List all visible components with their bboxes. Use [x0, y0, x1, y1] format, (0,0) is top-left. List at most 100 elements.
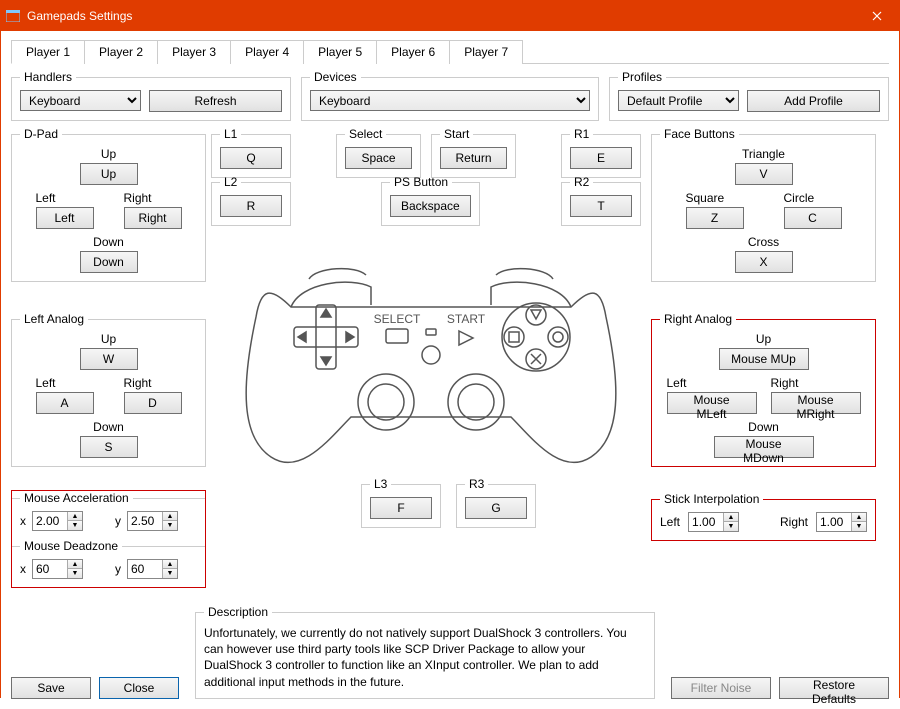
- mouse-dead-x-label: x: [20, 562, 26, 576]
- spin-down-icon[interactable]: ▼: [163, 569, 177, 578]
- dpad-up-button[interactable]: Up: [80, 163, 138, 185]
- mouse-dead-y-spinner[interactable]: ▲▼: [127, 559, 178, 579]
- stick-interp-right-label: Right: [780, 515, 808, 529]
- spin-up-icon[interactable]: ▲: [68, 560, 82, 569]
- mouse-dead-x-spinner[interactable]: ▲▼: [32, 559, 83, 579]
- face-square-button[interactable]: Z: [686, 207, 744, 229]
- dpad-left-button[interactable]: Left: [36, 207, 94, 229]
- left-analog-left-button[interactable]: A: [36, 392, 94, 414]
- handlers-legend: Handlers: [20, 70, 76, 84]
- face-buttons-legend: Face Buttons: [660, 127, 739, 141]
- stick-interp-left-label: Left: [660, 515, 680, 529]
- right-analog-up-button[interactable]: Mouse MUp: [719, 348, 809, 370]
- left-analog-right-button[interactable]: D: [124, 392, 182, 414]
- mouse-deadzone-group: Mouse Deadzone x ▲▼ y ▲▼: [12, 539, 205, 587]
- l2-legend: L2: [220, 175, 241, 189]
- spin-up-icon[interactable]: ▲: [724, 513, 738, 522]
- face-circle-button[interactable]: C: [784, 207, 842, 229]
- spin-down-icon[interactable]: ▼: [163, 521, 177, 530]
- mouse-dead-x-input[interactable]: [33, 560, 67, 578]
- right-analog-right-label: Right: [771, 376, 861, 390]
- tab-player-4[interactable]: Player 4: [230, 40, 304, 64]
- right-analog-left-label: Left: [667, 376, 757, 390]
- tab-player-6[interactable]: Player 6: [376, 40, 450, 64]
- profiles-select[interactable]: Default Profile: [618, 90, 739, 111]
- left-analog-left-label: Left: [36, 376, 94, 390]
- mouse-accel-x-spinner[interactable]: ▲▼: [32, 511, 83, 531]
- select-legend: Select: [345, 127, 386, 141]
- face-triangle-button[interactable]: V: [735, 163, 793, 185]
- dpad-right-button[interactable]: Right: [124, 207, 182, 229]
- dpad-down-button[interactable]: Down: [80, 251, 138, 273]
- left-analog-legend: Left Analog: [20, 312, 88, 326]
- l3-button[interactable]: F: [370, 497, 432, 519]
- dpad-group: D-Pad Up Up LeftLeft RightRight Down Dow: [11, 127, 206, 282]
- save-button[interactable]: Save: [11, 677, 91, 699]
- spin-down-icon[interactable]: ▼: [724, 522, 738, 531]
- stick-interp-left-spinner[interactable]: ▲▼: [688, 512, 739, 532]
- face-cross-label: Cross: [748, 235, 779, 249]
- psbutton-button[interactable]: Backspace: [390, 195, 471, 217]
- l1-button[interactable]: Q: [220, 147, 282, 169]
- stick-interpolation-legend: Stick Interpolation: [660, 492, 763, 506]
- right-analog-down-label: Down: [748, 420, 779, 434]
- spin-down-icon[interactable]: ▼: [852, 522, 866, 531]
- spin-up-icon[interactable]: ▲: [163, 560, 177, 569]
- face-cross-button[interactable]: X: [735, 251, 793, 273]
- right-analog-right-button[interactable]: Mouse MRight: [771, 392, 861, 414]
- stick-interp-right-spinner[interactable]: ▲▼: [816, 512, 867, 532]
- r1-legend: R1: [570, 127, 593, 141]
- psbutton-group: PS Button Backspace: [381, 175, 480, 226]
- mouse-dead-y-input[interactable]: [128, 560, 162, 578]
- svg-text:START: START: [447, 312, 486, 326]
- mouse-deadzone-legend: Mouse Deadzone: [20, 539, 122, 553]
- right-analog-left-button[interactable]: Mouse MLeft: [667, 392, 757, 414]
- mouse-accel-y-input[interactable]: [128, 512, 162, 530]
- l3-group: L3 F: [361, 477, 441, 528]
- tab-player-5[interactable]: Player 5: [303, 40, 377, 64]
- l2-button[interactable]: R: [220, 195, 282, 217]
- r2-button[interactable]: T: [570, 195, 632, 217]
- left-analog-up-button[interactable]: W: [80, 348, 138, 370]
- spin-up-icon[interactable]: ▲: [163, 512, 177, 521]
- l1-group: L1 Q: [211, 127, 291, 178]
- add-profile-button[interactable]: Add Profile: [747, 90, 880, 112]
- right-analog-legend: Right Analog: [660, 312, 736, 326]
- face-buttons-group: Face Buttons Triangle V SquareZ CircleC …: [651, 127, 876, 282]
- select-button[interactable]: Space: [345, 147, 412, 169]
- description-legend: Description: [204, 605, 272, 619]
- filter-noise-button[interactable]: Filter Noise: [671, 677, 771, 699]
- right-analog-down-button[interactable]: Mouse MDown: [714, 436, 814, 458]
- close-button[interactable]: Close: [99, 677, 179, 699]
- mouse-accel-y-spinner[interactable]: ▲▼: [127, 511, 178, 531]
- app-icon: [5, 8, 21, 24]
- mouse-accel-x-input[interactable]: [33, 512, 67, 530]
- r3-legend: R3: [465, 477, 488, 491]
- tab-player-7[interactable]: Player 7: [449, 40, 523, 64]
- stick-interp-right-input[interactable]: [817, 513, 851, 531]
- handlers-select[interactable]: Keyboard: [20, 90, 141, 111]
- spin-down-icon[interactable]: ▼: [68, 521, 82, 530]
- spin-up-icon[interactable]: ▲: [68, 512, 82, 521]
- stick-interp-left-input[interactable]: [689, 513, 723, 531]
- titlebar: Gamepads Settings: [1, 1, 899, 31]
- window-close-button[interactable]: [854, 1, 899, 31]
- r3-button[interactable]: G: [465, 497, 527, 519]
- dpad-down-label: Down: [93, 235, 124, 249]
- spin-up-icon[interactable]: ▲: [852, 513, 866, 522]
- close-icon: [872, 11, 882, 21]
- dpad-legend: D-Pad: [20, 127, 62, 141]
- tab-player-2[interactable]: Player 2: [84, 40, 158, 64]
- l2-group: L2 R: [211, 175, 291, 226]
- spin-down-icon[interactable]: ▼: [68, 569, 82, 578]
- devices-select[interactable]: Keyboard: [310, 90, 590, 111]
- refresh-button[interactable]: Refresh: [149, 90, 282, 112]
- r1-button[interactable]: E: [570, 147, 632, 169]
- tab-player-1[interactable]: Player 1: [11, 40, 85, 64]
- restore-defaults-button[interactable]: Restore Defaults: [779, 677, 889, 699]
- left-analog-down-button[interactable]: S: [80, 436, 138, 458]
- r1-group: R1 E: [561, 127, 641, 178]
- tab-player-3[interactable]: Player 3: [157, 40, 231, 64]
- start-button[interactable]: Return: [440, 147, 507, 169]
- gamepad-illustration: SELECT START: [231, 227, 631, 487]
